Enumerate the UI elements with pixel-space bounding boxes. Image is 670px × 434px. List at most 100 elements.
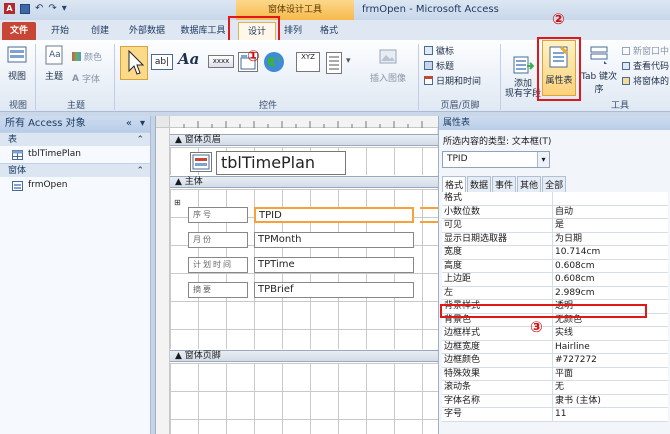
section-collapse-icon[interactable]: ⌃ — [136, 133, 144, 147]
property-row[interactable]: 字号 11 — [442, 408, 668, 422]
property-row[interactable]: 上边距 0.608cm — [442, 273, 668, 287]
view-code-label: 查看代码 — [633, 62, 670, 72]
property-value[interactable]: #727272 — [553, 354, 668, 367]
object-selector[interactable]: TPID ▾ — [442, 151, 550, 168]
property-row[interactable]: 滚动条无 — [442, 381, 668, 395]
property-value[interactable]: 无 — [553, 381, 668, 394]
view-icon — [7, 46, 27, 63]
property-value[interactable]: 0.608cm — [553, 259, 668, 272]
hyperlink-control-button[interactable] — [262, 50, 286, 77]
chevron-down-icon[interactable]: ▾ — [537, 152, 549, 167]
prop-tab-all[interactable]: 全部 — [542, 176, 567, 192]
prop-tab-data[interactable]: 数据 — [467, 176, 492, 192]
form-icon — [12, 180, 23, 191]
fonts-button[interactable]: A 字体 — [72, 72, 100, 86]
tab-database-tools[interactable]: 数据库工具 — [176, 22, 230, 40]
view-code-button[interactable]: 查看代码 — [622, 59, 669, 72]
layout-selector-icon[interactable]: ⊞ — [174, 198, 181, 207]
property-value[interactable]: 0.608cm — [553, 273, 668, 286]
property-value[interactable] — [553, 192, 668, 205]
form-header-logo[interactable] — [190, 152, 212, 172]
insert-image-button[interactable]: 插入图像 — [362, 46, 414, 84]
select-pointer-button[interactable] — [120, 46, 148, 80]
property-row[interactable]: 显示日期选取器 为日期 — [442, 232, 668, 246]
tab-order-button[interactable]: Tab 键次序 — [580, 44, 618, 95]
property-value[interactable]: Hairline — [553, 340, 668, 353]
textbox-control-tpmonth[interactable]: TPMonth — [254, 232, 414, 248]
property-row[interactable]: 字体名称 隶书 (主体) — [442, 394, 668, 408]
property-row[interactable]: 边框样式 实线 — [442, 327, 668, 341]
property-row[interactable]: 宽度 10.714cm — [442, 246, 668, 260]
prop-tab-format[interactable]: 格式 — [442, 176, 467, 192]
property-value[interactable]: 自动 — [553, 205, 668, 218]
button-control-button[interactable]: xxxx — [208, 55, 234, 68]
access-logo-icon: A — [4, 3, 15, 14]
prop-tab-other[interactable]: 其他 — [517, 176, 542, 192]
undo-icon[interactable]: ↶ — [35, 3, 43, 14]
form-header-band[interactable]: ▲ 窗体页眉 — [170, 134, 438, 146]
property-row[interactable]: 特殊效果 平面 — [442, 367, 668, 381]
textbox-control-tpbrief[interactable]: TPBrief — [254, 282, 414, 298]
redo-icon[interactable]: ↷ — [48, 3, 56, 14]
listbox-control-button[interactable] — [326, 52, 342, 74]
property-row[interactable]: 可见是 — [442, 219, 668, 233]
form-header-title[interactable]: tblTimePlan — [216, 151, 346, 175]
nav-section-forms[interactable]: 窗体 ⌃ — [0, 163, 150, 177]
form-footer-section[interactable] — [170, 363, 438, 434]
textbox-control-tptime[interactable]: TPTime — [254, 257, 414, 273]
tab-home[interactable]: 开始 — [42, 22, 78, 40]
label-control-tpmonth[interactable]: 月份 — [188, 232, 248, 248]
detail-band[interactable]: ▲ 主体 — [170, 176, 438, 188]
nav-item-tbltimeplan[interactable]: tblTimePlan — [0, 146, 150, 163]
property-value[interactable]: 是 — [553, 219, 668, 232]
tab-arrange[interactable]: 排列 — [278, 22, 308, 40]
property-row[interactable]: 格式 — [442, 192, 668, 206]
property-row[interactable]: 小数位数 自动 — [442, 205, 668, 219]
label-control-tpbrief[interactable]: 摘要 — [188, 282, 248, 298]
open-in-new-window-button[interactable]: 新窗口中 — [622, 44, 669, 57]
chart-control-button[interactable]: XYZ — [296, 52, 320, 72]
nav-menu-chevron-icon[interactable]: ▾ — [140, 116, 145, 132]
property-row[interactable]: 左 2.989cm — [442, 286, 668, 300]
property-value[interactable]: 实线 — [553, 327, 668, 340]
tab-create[interactable]: 创建 — [82, 22, 118, 40]
nav-section-tables[interactable]: 表 ⌃ — [0, 132, 150, 146]
property-row[interactable]: 边框宽度 Hairline — [442, 340, 668, 354]
property-name: 高度 — [442, 259, 553, 272]
property-value[interactable]: 11 — [553, 408, 668, 421]
section-collapse-icon[interactable]: ⌃ — [136, 164, 144, 178]
prop-tab-event[interactable]: 事件 — [492, 176, 517, 192]
form-footer-band[interactable]: ▲ 窗体页脚 — [170, 350, 438, 362]
save-icon[interactable] — [20, 3, 30, 14]
customize-qat-icon[interactable]: ▾ — [62, 3, 67, 14]
label-control-button[interactable]: Aa — [178, 50, 199, 68]
property-value[interactable]: 隶书 (主体) — [553, 394, 668, 407]
form-selector[interactable] — [156, 116, 170, 128]
nav-item-frmopen[interactable]: frmOpen — [0, 177, 150, 194]
tab-file[interactable]: 文件 — [2, 22, 36, 40]
tab-external-data[interactable]: 外部数据 — [122, 22, 172, 40]
collapse-nav-icon[interactable]: « — [126, 116, 132, 132]
property-value[interactable]: 为日期 — [553, 232, 668, 245]
textbox-control-button[interactable]: ab| — [151, 54, 173, 70]
property-row[interactable]: 边框颜色 #727272 — [442, 354, 668, 368]
highlight-design-tab — [228, 16, 280, 42]
logo-button[interactable]: 徽标 — [424, 44, 454, 57]
textbox-control-tpid[interactable]: TPID — [254, 207, 414, 223]
view-button[interactable]: 视图 — [4, 44, 30, 82]
property-value[interactable]: 平面 — [553, 367, 668, 380]
title-button[interactable]: 标题 — [424, 59, 454, 72]
date-time-button[interactable]: 日期和时间 — [424, 74, 481, 87]
colors-button[interactable]: 颜色 — [72, 50, 102, 63]
themes-button[interactable]: Aa 主题 — [40, 44, 68, 82]
controls-gallery-more-icon[interactable]: ▾ — [346, 56, 351, 66]
property-value[interactable]: 10.714cm — [553, 246, 668, 259]
property-value[interactable]: 2.989cm — [553, 286, 668, 299]
tab-format[interactable]: 格式 — [312, 22, 346, 40]
label-control-tpid[interactable]: 序号 — [188, 207, 248, 223]
label-control-tptime[interactable]: 计划时间 — [188, 257, 248, 273]
nav-header[interactable]: 所有 Access 对象 « ▾ — [0, 116, 150, 132]
property-row[interactable]: 高度 0.608cm — [442, 259, 668, 273]
group-label-views: 视图 — [8, 101, 27, 111]
convert-macros-button[interactable]: 将窗体的 — [622, 74, 669, 87]
